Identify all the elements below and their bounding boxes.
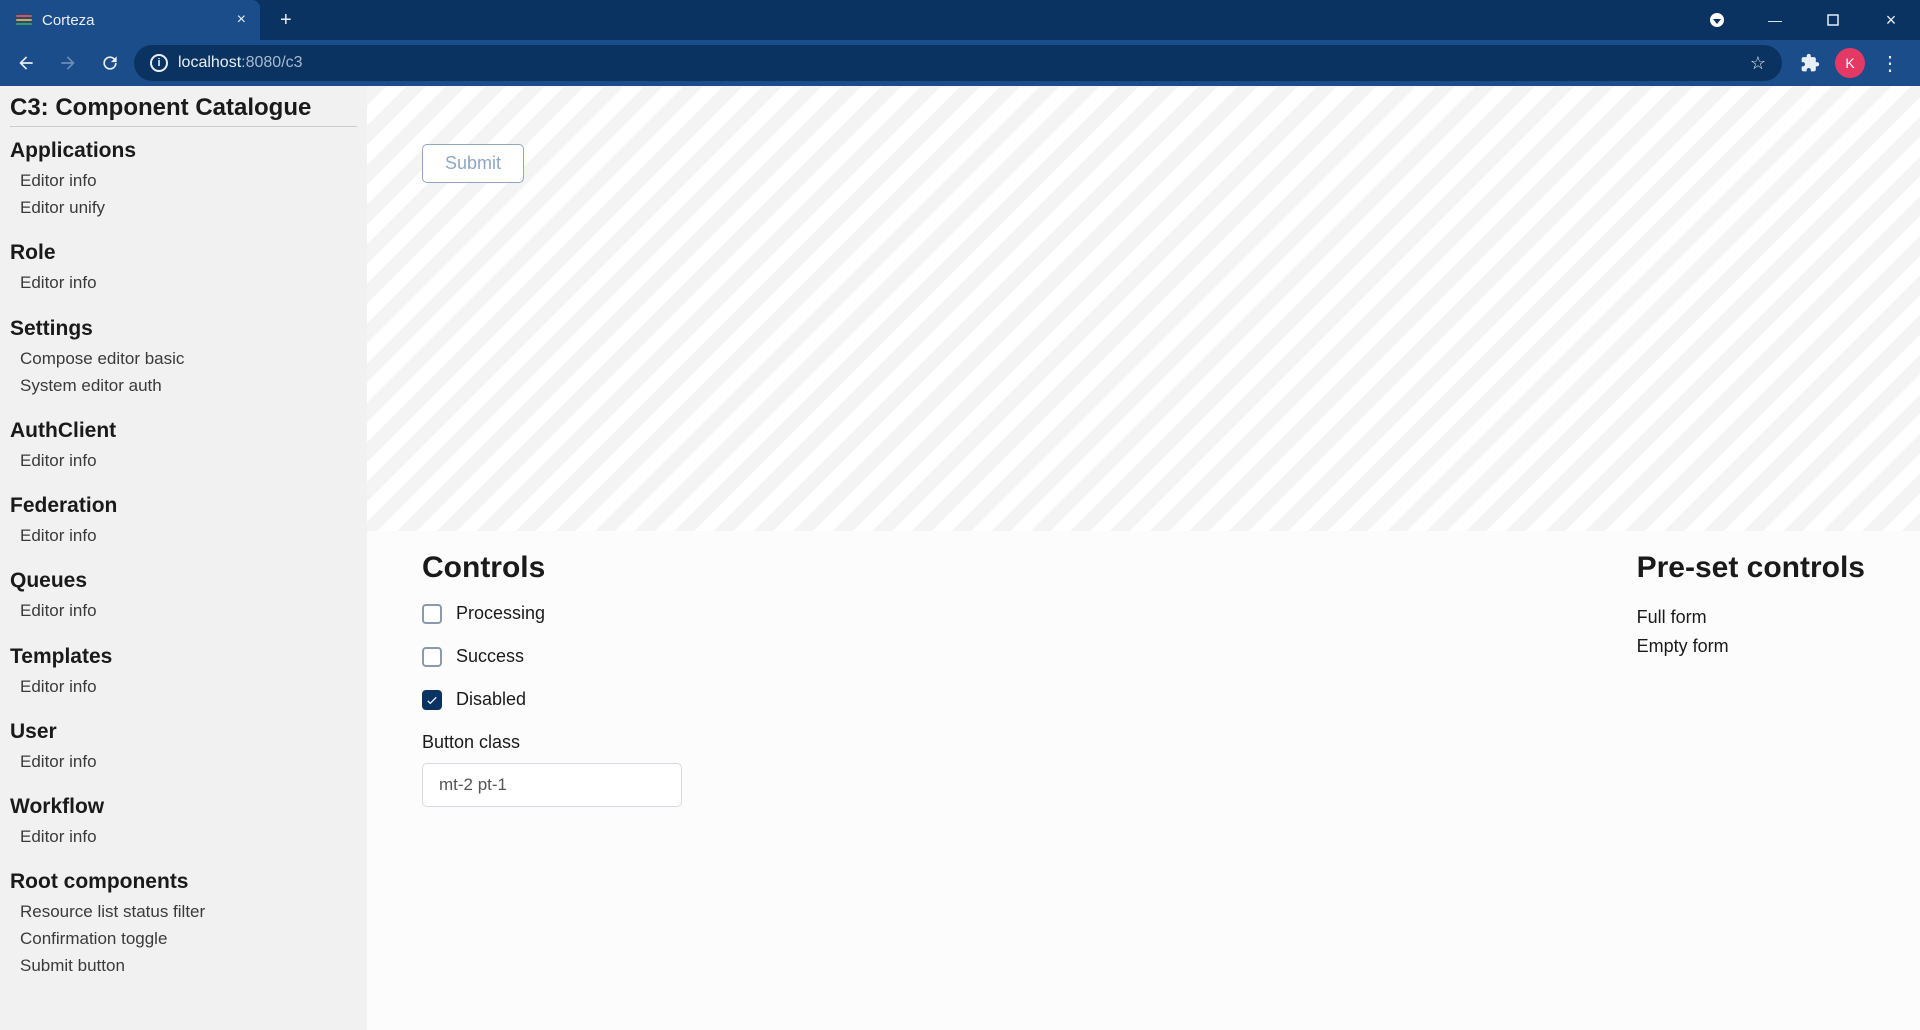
nav-heading: Templates <box>10 645 357 669</box>
nav-section: Federation Editor info <box>10 494 357 549</box>
processing-checkbox-row[interactable]: Processing <box>422 603 1152 624</box>
nav-section: User Editor info <box>10 720 357 775</box>
nav-item[interactable]: Editor info <box>20 673 357 700</box>
nav-section: Templates Editor info <box>10 645 357 700</box>
presets-heading: Pre-set controls <box>1637 551 1865 585</box>
page-body: C3: Component Catalogue Applications Edit… <box>0 86 1920 1030</box>
nav-item[interactable]: Submit button <box>20 952 357 979</box>
extensions-icon[interactable] <box>1792 45 1828 81</box>
forward-button <box>50 45 86 81</box>
presets-panel: Pre-set controls Full form Empty form <box>1637 551 1865 807</box>
nav-items: Editor info <box>10 269 357 296</box>
nav-heading: Settings <box>10 317 357 341</box>
success-checkbox[interactable] <box>422 647 442 667</box>
button-class-label: Button class <box>422 732 1152 753</box>
nav-item[interactable]: Editor info <box>20 522 357 549</box>
disabled-checkbox[interactable] <box>422 690 442 710</box>
bookmark-star-icon[interactable]: ☆ <box>1750 53 1766 74</box>
nav-heading: Applications <box>10 139 357 163</box>
nav-items: Editor infoEditor unify <box>10 167 357 221</box>
profile-avatar[interactable]: K <box>1832 45 1868 81</box>
tab-strip: Corteza × + <box>0 0 300 40</box>
nav-item[interactable]: Editor info <box>20 748 357 775</box>
nav-items: Editor info <box>10 447 357 474</box>
preset-empty-form[interactable]: Empty form <box>1637 632 1865 661</box>
nav-item[interactable]: Editor info <box>20 269 357 296</box>
button-class-input[interactable] <box>422 763 682 807</box>
processing-label: Processing <box>456 603 545 624</box>
new-tab-button[interactable]: + <box>272 9 300 32</box>
nav-section: Workflow Editor info <box>10 795 357 850</box>
nav-item[interactable]: Compose editor basic <box>20 345 357 372</box>
site-info-icon[interactable]: i <box>150 54 168 72</box>
nav-section: Queues Editor info <box>10 569 357 624</box>
preset-full-form[interactable]: Full form <box>1637 603 1865 632</box>
tab-close-icon[interactable]: × <box>237 11 246 29</box>
nav-section: Role Editor info <box>10 241 357 296</box>
maximize-button[interactable] <box>1804 0 1862 40</box>
nav-items: Editor info <box>10 823 357 850</box>
sidebar: C3: Component Catalogue Applications Edit… <box>0 86 367 1030</box>
toolbar-right: K ⋮ <box>1788 45 1912 81</box>
account-indicator[interactable] <box>1688 0 1746 40</box>
disabled-checkbox-row[interactable]: Disabled <box>422 689 1152 710</box>
main-content: Submit Controls Processing Success Disab… <box>367 86 1920 1030</box>
close-window-button[interactable]: × <box>1862 0 1920 40</box>
window-titlebar: Corteza × + — × <box>0 0 1920 40</box>
nav-item[interactable]: Confirmation toggle <box>20 925 357 952</box>
controls-heading: Controls <box>422 551 1152 585</box>
nav-section: Root components Resource list status filt… <box>10 870 357 980</box>
nav-items: Editor info <box>10 522 357 549</box>
nav-items: Resource list status filterConfirmation … <box>10 898 357 980</box>
address-bar[interactable]: i localhost:8080/c3 ☆ <box>134 45 1782 81</box>
nav-heading: User <box>10 720 357 744</box>
nav-heading: Federation <box>10 494 357 518</box>
nav-item[interactable]: Resource list status filter <box>20 898 357 925</box>
page-title: C3: Component Catalogue <box>10 94 357 127</box>
browser-tab[interactable]: Corteza × <box>0 0 260 40</box>
nav-item[interactable]: Editor info <box>20 447 357 474</box>
favicon-icon <box>16 12 32 28</box>
nav-heading: Workflow <box>10 795 357 819</box>
back-button[interactable] <box>8 45 44 81</box>
nav-heading: Queues <box>10 569 357 593</box>
address-bar-row: i localhost:8080/c3 ☆ K ⋮ <box>0 40 1920 86</box>
tab-title: Corteza <box>42 12 95 29</box>
nav-item[interactable]: Editor info <box>20 597 357 624</box>
url-text: localhost:8080/c3 <box>178 54 1740 72</box>
controls-row: Controls Processing Success Disabled But… <box>367 531 1920 827</box>
controls-panel: Controls Processing Success Disabled But… <box>422 551 1152 807</box>
nav-item[interactable]: Editor info <box>20 823 357 850</box>
menu-icon[interactable]: ⋮ <box>1872 45 1908 81</box>
window-controls: — × <box>1688 0 1920 40</box>
success-label: Success <box>456 646 524 667</box>
nav-heading: Root components <box>10 870 357 894</box>
nav-item[interactable]: Editor unify <box>20 194 357 221</box>
processing-checkbox[interactable] <box>422 604 442 624</box>
disabled-label: Disabled <box>456 689 526 710</box>
nav-items: Editor info <box>10 597 357 624</box>
nav-heading: AuthClient <box>10 419 357 443</box>
nav-section: Settings Compose editor basicSystem edito… <box>10 317 357 399</box>
success-checkbox-row[interactable]: Success <box>422 646 1152 667</box>
nav-section: AuthClient Editor info <box>10 419 357 474</box>
submit-button[interactable]: Submit <box>422 144 524 183</box>
minimize-button[interactable]: — <box>1746 0 1804 40</box>
nav-section: Applications Editor infoEditor unify <box>10 139 357 221</box>
nav-item[interactable]: System editor auth <box>20 372 357 399</box>
nav-items: Editor info <box>10 748 357 775</box>
reload-button[interactable] <box>92 45 128 81</box>
nav-items: Editor info <box>10 673 357 700</box>
nav-heading: Role <box>10 241 357 265</box>
nav-items: Compose editor basicSystem editor auth <box>10 345 357 399</box>
preview-panel: Submit <box>367 86 1920 531</box>
nav-item[interactable]: Editor info <box>20 167 357 194</box>
